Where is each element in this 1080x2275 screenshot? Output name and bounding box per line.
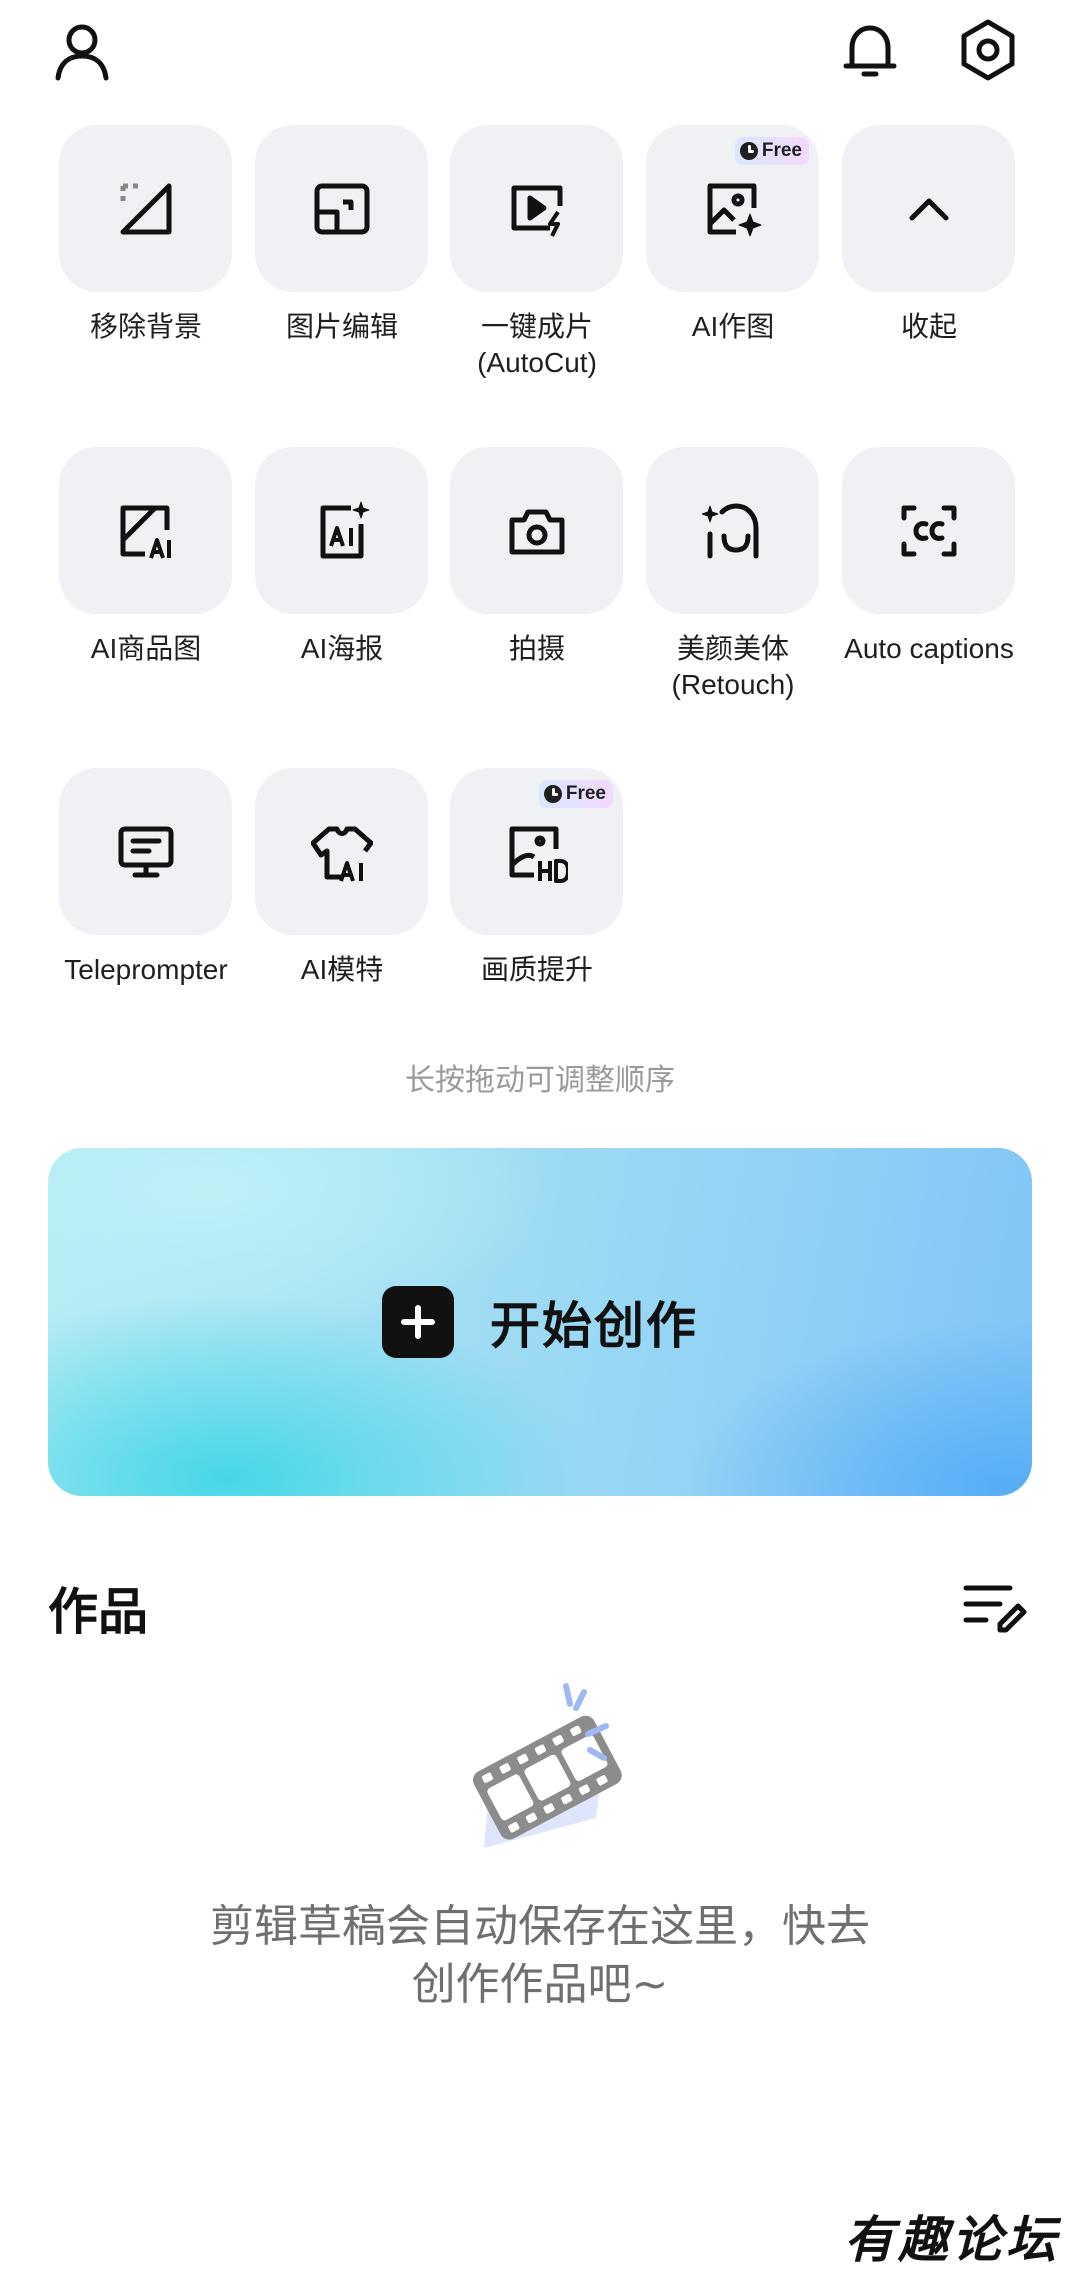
remove-background-icon [120,183,171,234]
user-outline-icon [55,24,109,81]
captions-cc-icon [901,505,956,556]
reorder-hint: 长按拖动可调整顺序 [405,1063,675,1098]
free-badge: Free [734,137,809,165]
tool-tile[interactable] [255,768,428,935]
tool-tile[interactable] [255,125,428,292]
teleprompter-monitor-icon [118,826,173,877]
ai-product-icon [120,505,171,559]
profile-button[interactable] [46,14,118,86]
ai-image-sparkle-icon [707,183,761,236]
tool-tile[interactable] [255,447,428,614]
empty-drafts-illustration [456,1680,636,1860]
free-badge-label: Free [565,783,606,804]
watermark: 有趣论坛 [844,2210,1060,2269]
start-create-button[interactable]: 开始创作 [48,1148,1032,1496]
tool-label: Auto captions [844,633,1014,664]
retouch-face-icon [701,503,758,558]
list-edit-icon [963,1585,1027,1633]
tool-label: 收起 [900,311,957,342]
chevron-up-icon [909,198,948,220]
top-bar [0,0,1080,120]
tool-tile[interactable] [450,447,623,614]
tool-tile[interactable]: Free [646,125,819,292]
works-section-title: 作品 [48,1583,148,1641]
empty-drafts-message: 剪辑草稿会自动保存在这里，快去 创作作品吧~ [210,1901,870,2010]
film-strip-icon [473,1683,622,1848]
clock-icon [739,142,758,160]
ai-shirt-icon [310,826,373,882]
hexagon-settings-icon [961,19,1015,81]
tool-tile[interactable] [59,447,232,614]
hd-image-icon [509,826,568,883]
free-badge-label: Free [761,140,802,161]
plus-square-icon [382,1286,454,1358]
tool-label: 画质提升 [480,954,593,985]
tool-tile[interactable] [450,125,623,292]
notifications-button[interactable] [834,14,906,86]
settings-button[interactable] [952,14,1024,86]
start-create-label: 开始创作 [490,1297,698,1355]
manage-works-button[interactable] [960,1576,1028,1636]
camera-icon [509,509,564,554]
tool-tile[interactable]: Free [450,768,623,935]
image-edit-icon [314,183,369,234]
clock-icon [543,785,562,803]
tool-tile[interactable] [59,125,232,292]
video-lightning-icon [511,185,562,237]
free-badge: Free [538,780,613,808]
ai-poster-icon [320,501,369,558]
tool-tile[interactable] [59,768,232,935]
tool-tile[interactable] [842,125,1015,292]
tool-tile[interactable] [842,447,1015,614]
tool-tile[interactable] [646,447,819,614]
bell-icon [843,25,897,77]
